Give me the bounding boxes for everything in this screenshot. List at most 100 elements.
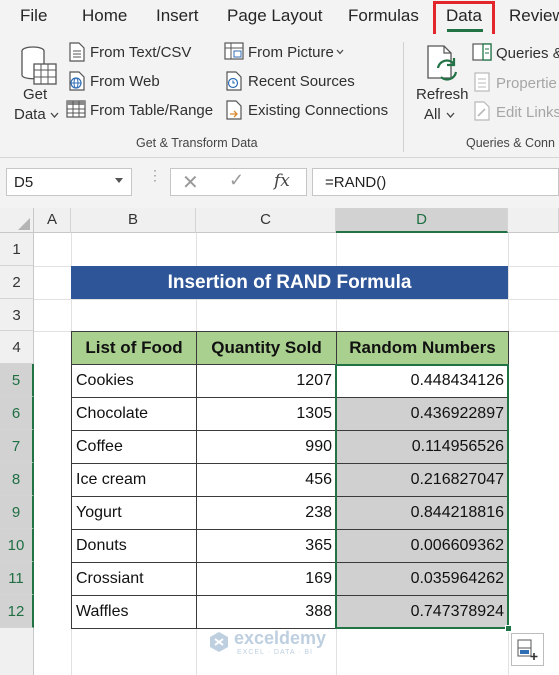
row-header-2[interactable]: 2 xyxy=(0,266,34,299)
menu-insert[interactable]: Insert xyxy=(156,6,199,26)
row-header-1[interactable]: 1 xyxy=(0,233,34,266)
row-header-8[interactable]: 8 xyxy=(0,463,34,496)
food-cell[interactable]: Chocolate xyxy=(71,397,197,431)
food-cell[interactable]: Cookies xyxy=(71,364,197,398)
table-row: Chocolate 1305 0.436922897 xyxy=(71,397,509,431)
get-data-label-line2: Data xyxy=(14,106,46,123)
row-header-4[interactable]: 4 xyxy=(0,331,34,364)
chevron-down-icon xyxy=(336,49,344,55)
group-label-get-transform: Get & Transform Data xyxy=(136,136,258,150)
header-quantity-sold[interactable]: Quantity Sold xyxy=(196,331,337,365)
random-number-cell[interactable]: 0.006609362 xyxy=(336,529,509,563)
table-grid-icon xyxy=(66,100,86,118)
table-row: Cookies 1207 0.448434126 xyxy=(71,364,509,398)
column-header-b[interactable]: B xyxy=(71,208,196,233)
name-box[interactable]: D5 xyxy=(6,168,132,196)
exceldemy-logo-icon xyxy=(210,632,228,652)
group-label-queries: Queries & Conn xyxy=(466,136,555,150)
row-header-11[interactable]: 11 xyxy=(0,562,34,595)
queries-pane-icon xyxy=(472,43,492,61)
table-row: Ice cream 456 0.216827047 xyxy=(71,463,509,497)
cancel-icon[interactable]: ✕ xyxy=(182,170,199,195)
recent-clock-icon xyxy=(226,71,242,91)
gridline xyxy=(34,299,559,300)
quick-analysis-icon xyxy=(517,639,538,660)
column-header-a[interactable]: A xyxy=(34,208,71,233)
quantity-cell[interactable]: 1305 xyxy=(196,397,337,431)
get-data-label-line1: Get xyxy=(23,86,48,103)
table-row: Donuts 365 0.006609362 xyxy=(71,529,509,563)
menu-review[interactable]: Review xyxy=(509,6,559,26)
row-header-10[interactable]: 10 xyxy=(0,529,34,562)
watermark-name: exceldemy xyxy=(234,628,327,648)
row-header-13[interactable] xyxy=(0,628,34,675)
column-header-c[interactable]: C xyxy=(196,208,336,233)
sheet-title[interactable]: Insertion of RAND Formula xyxy=(71,266,508,299)
random-number-cell[interactable]: 0.035964262 xyxy=(336,562,509,596)
table-row: Coffee 990 0.114956526 xyxy=(71,430,509,464)
enter-check-icon[interactable]: ✓ xyxy=(229,170,244,191)
row-header-7[interactable]: 7 xyxy=(0,430,34,463)
food-cell[interactable]: Ice cream xyxy=(71,463,197,497)
food-cell[interactable]: Donuts xyxy=(71,529,197,563)
food-table: List of Food Quantity Sold Random Number… xyxy=(71,331,509,629)
table-row: Waffles 388 0.747378924 xyxy=(71,595,509,629)
insert-function-button[interactable]: fx xyxy=(274,171,290,191)
connections-file-icon xyxy=(226,100,242,120)
random-number-cell[interactable]: 0.216827047 xyxy=(336,463,509,497)
quick-analysis-button[interactable] xyxy=(511,633,544,666)
text-file-icon xyxy=(69,42,85,62)
from-text-csv-label: From Text/CSV xyxy=(90,44,192,61)
row-header-9[interactable]: 9 xyxy=(0,496,34,529)
edit-links-label: Edit Links xyxy=(496,104,559,121)
menu-page-layout[interactable]: Page Layout xyxy=(227,6,322,26)
chevron-down-icon xyxy=(50,112,59,118)
quantity-cell[interactable]: 456 xyxy=(196,463,337,497)
quantity-cell[interactable]: 388 xyxy=(196,595,337,629)
existing-connections-label: Existing Connections xyxy=(248,102,389,119)
random-number-cell[interactable]: 0.844218816 xyxy=(336,496,509,530)
recent-sources-label: Recent Sources xyxy=(248,73,355,90)
ribbon-group-divider xyxy=(403,42,404,152)
food-cell[interactable]: Crossiant xyxy=(71,562,197,596)
picture-table-icon xyxy=(224,42,244,60)
watermark-tagline: EXCEL · DATA · BI xyxy=(237,649,313,656)
chevron-down-icon xyxy=(446,112,455,118)
fill-handle[interactable] xyxy=(505,625,512,632)
row-header-6[interactable]: 6 xyxy=(0,397,34,430)
row-header-5[interactable]: 5 xyxy=(0,364,34,397)
quantity-cell[interactable]: 1207 xyxy=(196,364,337,398)
row-header-12[interactable]: 12 xyxy=(0,595,34,628)
menu-file[interactable]: File xyxy=(20,6,47,26)
header-random-numbers[interactable]: Random Numbers xyxy=(336,331,509,365)
table-row: Yogurt 238 0.844218816 xyxy=(71,496,509,530)
food-cell[interactable]: Yogurt xyxy=(71,496,197,530)
from-picture-label: From Picture xyxy=(248,44,334,61)
from-web-label: From Web xyxy=(90,73,160,90)
menu-home[interactable]: Home xyxy=(82,6,127,26)
refresh-label-line1: Refresh xyxy=(416,86,469,103)
food-cell[interactable]: Waffles xyxy=(71,595,197,629)
random-number-cell[interactable]: 0.114956526 xyxy=(336,430,509,464)
drag-handle-icon[interactable]: ⋮ xyxy=(148,168,162,182)
column-header-d[interactable]: D xyxy=(336,208,508,233)
database-table-icon xyxy=(21,46,57,85)
food-cell[interactable]: Coffee xyxy=(71,430,197,464)
random-number-cell[interactable]: 0.436922897 xyxy=(336,397,509,431)
ribbon: Get Data From Text/CSV From Web From Tab… xyxy=(0,34,559,158)
table-header-row: List of Food Quantity Sold Random Number… xyxy=(71,331,509,365)
table-row: Crossiant 169 0.035964262 xyxy=(71,562,509,596)
quantity-cell[interactable]: 365 xyxy=(196,529,337,563)
quantity-cell[interactable]: 238 xyxy=(196,496,337,530)
column-header-e[interactable] xyxy=(508,208,559,233)
quantity-cell[interactable]: 990 xyxy=(196,430,337,464)
formula-input[interactable]: =RAND() xyxy=(312,168,559,196)
chevron-down-icon[interactable] xyxy=(115,178,123,183)
row-header-3[interactable]: 3 xyxy=(0,299,34,331)
header-list-of-food[interactable]: List of Food xyxy=(71,331,197,365)
select-all-triangle-icon xyxy=(18,218,30,230)
menu-formulas[interactable]: Formulas xyxy=(348,6,419,26)
quantity-cell[interactable]: 169 xyxy=(196,562,337,596)
random-number-cell[interactable]: 0.747378924 xyxy=(336,595,509,629)
random-number-cell-active[interactable]: 0.448434126 xyxy=(336,364,509,398)
